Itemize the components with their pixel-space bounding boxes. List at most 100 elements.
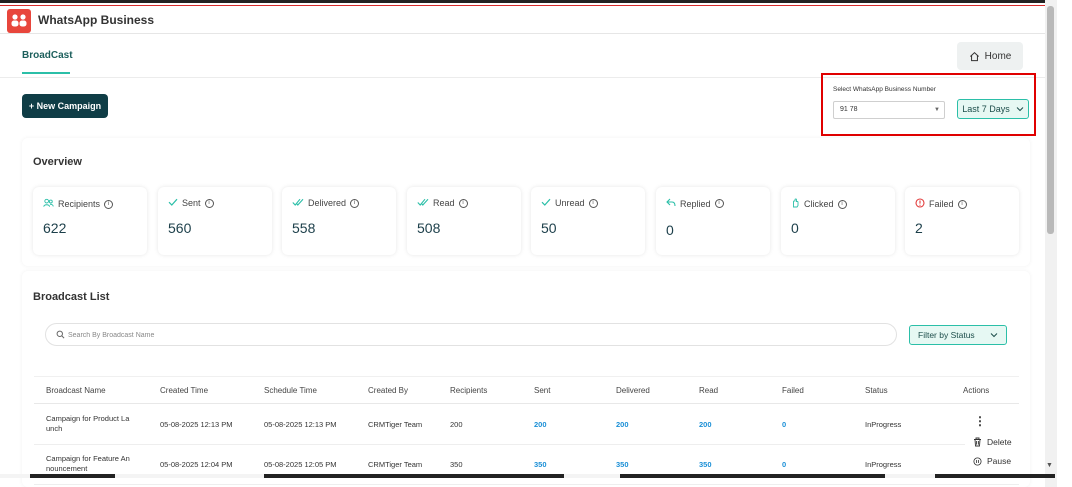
table-row[interactable]: Campaign for Feature An nouncement 05-08… xyxy=(34,445,1019,485)
schedule-time: 05-08-2025 12:05 PM xyxy=(264,460,337,469)
column-header[interactable]: Delivered xyxy=(616,386,650,395)
menu-item-pause[interactable]: Pause xyxy=(973,456,1011,466)
number-select-value: 91 78 xyxy=(840,106,858,113)
created-time: 05-08-2025 12:04 PM xyxy=(160,460,233,469)
column-header[interactable]: Broadcast Name xyxy=(46,386,106,395)
info-icon[interactable]: i xyxy=(458,198,468,208)
status-filter-label: Filter by Status xyxy=(918,330,975,340)
tab-active-indicator xyxy=(22,72,70,74)
home-button[interactable]: Home xyxy=(957,42,1023,70)
column-header[interactable]: Recipients xyxy=(450,386,487,395)
number-select[interactable]: 91 78 ▼ xyxy=(833,101,945,119)
table-row[interactable]: Campaign for Product La unch 05-08-2025 … xyxy=(34,405,1019,445)
scrollbar-thumb[interactable] xyxy=(1047,6,1054,234)
column-header[interactable]: Created Time xyxy=(160,386,208,395)
failed-count-link[interactable]: 0 xyxy=(782,460,786,469)
info-icon[interactable]: i xyxy=(350,198,360,208)
stat-card-delivered: Delivered i 558 xyxy=(282,187,396,255)
broadcast-list-title: Broadcast List xyxy=(33,291,110,303)
sent-count-link[interactable]: 200 xyxy=(534,420,547,429)
stat-value: 0 xyxy=(666,222,674,238)
row-actions-menu: Delete Pause xyxy=(965,433,1023,473)
stat-label-text: Unread xyxy=(555,198,585,208)
column-header[interactable]: Failed xyxy=(782,386,804,395)
stat-label-text: Delivered xyxy=(308,198,347,208)
stat-label: Sent i xyxy=(168,198,214,208)
column-header[interactable]: Sent xyxy=(534,386,550,395)
pause-icon xyxy=(973,456,982,466)
page: WhatsApp Business BroadCast Home + New C… xyxy=(0,0,1072,487)
stat-label: Recipients i xyxy=(43,198,114,210)
read-count-link[interactable]: 350 xyxy=(699,460,712,469)
info-icon[interactable]: i xyxy=(837,199,847,209)
stat-label-text: Read xyxy=(433,198,455,208)
stat-card-unread: Unread i 50 xyxy=(531,187,645,255)
chevron-down-icon: ▼ xyxy=(934,107,940,113)
scroll-down-arrow-icon[interactable]: ▼ xyxy=(1046,462,1053,469)
double-check-icon xyxy=(292,198,304,208)
column-header[interactable]: Schedule Time xyxy=(264,386,317,395)
stat-label-text: Clicked xyxy=(804,199,834,209)
created-by: CRMTiger Team xyxy=(368,460,423,469)
bottom-edge-segment xyxy=(620,474,885,478)
bottom-edge-segment xyxy=(264,474,564,478)
stat-value: 2 xyxy=(915,220,923,236)
search-input[interactable] xyxy=(68,327,868,343)
stat-card-replied: Replied i 0 xyxy=(656,187,770,255)
check-icon xyxy=(168,198,178,208)
failed-count-link[interactable]: 0 xyxy=(782,420,786,429)
menu-item-pause-label: Pause xyxy=(987,456,1012,466)
overview-title: Overview xyxy=(33,156,82,168)
delivered-count-link[interactable]: 200 xyxy=(616,420,629,429)
stat-value: 508 xyxy=(417,220,441,236)
date-range-dropdown[interactable]: Last 7 Days xyxy=(957,99,1029,119)
info-icon[interactable]: i xyxy=(957,199,967,209)
new-campaign-button[interactable]: + New Campaign xyxy=(22,94,108,118)
created-time: 05-08-2025 12:13 PM xyxy=(160,420,233,429)
double-check-icon xyxy=(417,198,429,208)
broadcast-name[interactable]: Campaign for Feature An nouncement xyxy=(46,454,146,474)
stat-card-sent: Sent i 560 xyxy=(158,187,272,255)
kebab-menu-icon[interactable]: ⋮ xyxy=(974,415,986,427)
bottom-edge-segment xyxy=(935,474,1055,478)
reply-icon xyxy=(666,198,676,209)
menu-item-delete[interactable]: Delete xyxy=(973,437,1012,447)
stat-label: Clicked i xyxy=(791,198,847,210)
stat-card-failed: Failed i 2 xyxy=(905,187,1019,255)
recipients-count: 200 xyxy=(450,420,463,429)
stat-label-text: Recipients xyxy=(58,199,101,209)
trash-icon xyxy=(974,437,981,447)
broadcast-name[interactable]: Campaign for Product La unch xyxy=(46,414,146,434)
column-header[interactable]: Status xyxy=(865,386,888,395)
top-border xyxy=(0,0,1045,3)
stat-card-clicked: Clicked i 0 xyxy=(781,187,895,255)
app-title: WhatsApp Business xyxy=(38,13,155,27)
stat-value: 0 xyxy=(791,220,799,236)
search-box xyxy=(45,323,897,346)
sent-count-link[interactable]: 350 xyxy=(534,460,547,469)
status-text: InProgress xyxy=(865,460,902,469)
delivered-count-link[interactable]: 350 xyxy=(616,460,629,469)
read-count-link[interactable]: 200 xyxy=(699,420,712,429)
click-icon xyxy=(791,198,800,210)
recipients-count: 350 xyxy=(450,460,463,469)
tab-broadcast[interactable]: BroadCast xyxy=(22,50,73,61)
info-icon[interactable]: i xyxy=(204,198,214,208)
schedule-time: 05-08-2025 12:13 PM xyxy=(264,420,337,429)
alert-icon xyxy=(915,198,925,210)
stat-label: Delivered i xyxy=(292,198,360,208)
info-icon[interactable]: i xyxy=(714,199,724,208)
status-text: InProgress xyxy=(865,420,902,429)
date-range-label: Last 7 Days xyxy=(962,104,1010,114)
column-header[interactable]: Read xyxy=(699,386,718,395)
search-icon xyxy=(56,330,65,339)
info-icon[interactable]: i xyxy=(104,199,114,209)
stat-value: 558 xyxy=(292,220,316,236)
logo-people-icon xyxy=(11,14,27,27)
stat-label: Replied i xyxy=(666,198,724,209)
home-button-label: Home xyxy=(984,50,1012,62)
column-header[interactable]: Created By xyxy=(368,386,408,395)
chevron-down-icon xyxy=(990,333,998,338)
info-icon[interactable]: i xyxy=(588,198,598,208)
status-filter-dropdown[interactable]: Filter by Status xyxy=(909,325,1007,345)
